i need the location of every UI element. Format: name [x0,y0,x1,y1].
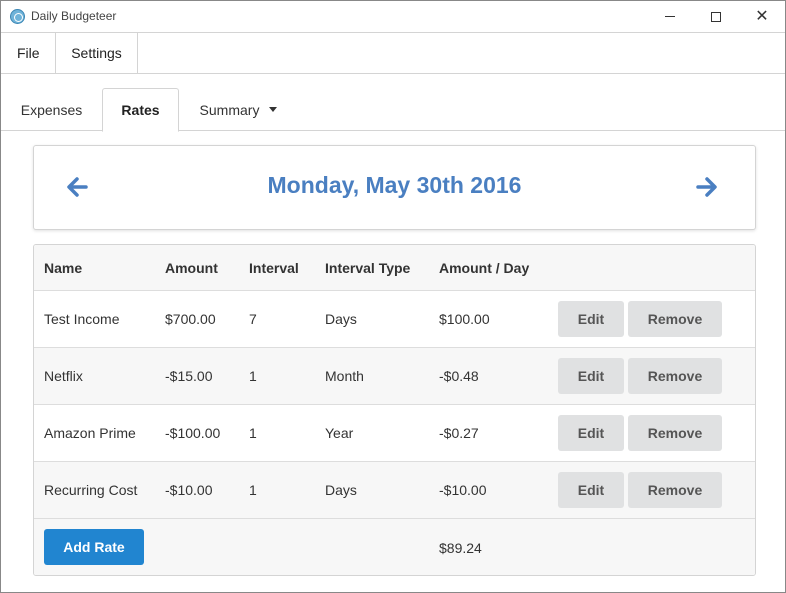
close-icon: ✕ [755,7,769,25]
cell-amount-per-day: -$10.00 [439,482,487,498]
menu-bar: File Settings [1,32,785,74]
remove-button[interactable]: Remove [628,301,722,337]
caret-down-icon [269,107,278,112]
cell-interval: 1 [249,425,257,441]
table-header-row: Name Amount Interval Interval Type Amoun… [34,245,755,291]
total-amount-per-day: $89.24 [439,539,482,556]
table-row: Netflix -$15.00 1 Month -$0.48 Edit Remo… [34,348,755,405]
table-row: Amazon Prime -$100.00 1 Year -$0.27 Edit… [34,405,755,462]
app-logo-icon [10,9,25,24]
column-header-name: Name [44,259,83,276]
cell-name: Netflix [44,368,83,384]
column-header-interval: Interval [249,259,299,276]
tab-summary[interactable]: Summary [186,88,291,131]
cell-amount: -$10.00 [165,482,213,498]
remove-button[interactable]: Remove [628,415,722,451]
cell-interval-type: Days [325,482,357,498]
edit-button[interactable]: Edit [558,472,624,508]
current-date: Monday, May 30th 2016 [267,172,522,198]
tab-summary-label: Summary [199,101,260,118]
minimize-icon [665,16,675,17]
window-title: Daily Budgeteer [31,9,117,23]
rates-table: Name Amount Interval Interval Type Amoun… [33,244,756,576]
tab-expenses[interactable]: Expenses [1,88,102,131]
cell-interval: 1 [249,368,257,384]
remove-button[interactable]: Remove [628,358,722,394]
column-header-amount-per-day: Amount / Day [439,259,530,276]
remove-button[interactable]: Remove [628,472,722,508]
tab-bar: Expenses Rates Summary [1,74,785,132]
table-footer-row: Add Rate $89.24 [34,519,755,575]
maximize-button[interactable] [693,1,739,32]
cell-name: Amazon Prime [44,425,136,441]
cell-amount-per-day: -$0.27 [439,425,479,441]
cell-name: Recurring Cost [44,482,138,498]
menu-file[interactable]: File [1,33,56,73]
close-button[interactable]: ✕ [739,1,785,32]
cell-name: Test Income [44,311,120,327]
app-window: Daily Budgeteer ✕ File Settings Expenses… [0,0,786,593]
next-day-button[interactable] [692,172,722,202]
cell-interval-type: Year [325,425,354,441]
cell-interval: 1 [249,482,257,498]
cell-interval-type: Days [325,311,357,327]
edit-button[interactable]: Edit [558,358,624,394]
cell-amount-per-day: -$0.48 [439,368,479,384]
edit-button[interactable]: Edit [558,301,624,337]
cell-interval-type: Month [325,368,364,384]
edit-button[interactable]: Edit [558,415,624,451]
arrow-right-icon [696,177,717,197]
title-bar: Daily Budgeteer ✕ [1,1,785,32]
cell-amount-per-day: $100.00 [439,311,490,327]
menu-settings[interactable]: Settings [56,33,138,73]
column-header-interval-type: Interval Type [325,259,411,276]
cell-interval: 7 [249,311,257,327]
date-navigator: Monday, May 30th 2016 [33,145,756,230]
minimize-button[interactable] [647,1,693,32]
table-row: Test Income $700.00 7 Days $100.00 Edit … [34,291,755,348]
add-rate-button[interactable]: Add Rate [44,529,144,565]
cell-amount: $700.00 [165,311,216,327]
cell-amount: -$15.00 [165,368,213,384]
cell-amount: -$100.00 [165,425,221,441]
maximize-icon [711,11,721,22]
table-row: Recurring Cost -$10.00 1 Days -$10.00 Ed… [34,462,755,519]
tab-rates[interactable]: Rates [102,88,179,132]
column-header-amount: Amount [165,259,218,276]
